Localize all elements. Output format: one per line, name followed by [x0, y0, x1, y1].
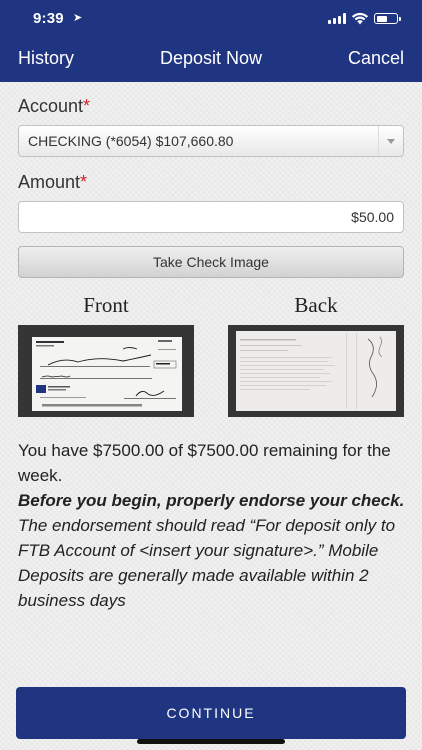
status-time: 9:39	[33, 10, 64, 27]
status-bar: 9:39 ➤	[0, 0, 422, 38]
cancel-button[interactable]: Cancel	[348, 48, 404, 69]
deposit-info-text: You have $7500.00 of $7500.00 remaining …	[18, 438, 408, 613]
account-select[interactable]: CHECKING (*6054) $107,660.80	[18, 125, 404, 157]
front-label: Front	[83, 293, 129, 317]
signal-icon	[328, 13, 346, 24]
nav-bar: History Deposit Now Cancel	[0, 38, 422, 82]
wifi-icon	[352, 12, 368, 25]
check-back-image[interactable]	[228, 325, 404, 417]
account-select-value: CHECKING (*6054) $107,660.80	[28, 133, 234, 149]
chevron-down-icon	[378, 126, 403, 156]
account-label: Account*	[18, 96, 91, 116]
remaining-limit-text: You have $7500.00 of $7500.00 remaining …	[18, 441, 391, 485]
check-front-image[interactable]	[18, 325, 194, 417]
endorsement-instructions: Before you begin, properly endorse your …	[18, 491, 405, 610]
continue-button[interactable]: CONTINUE	[16, 687, 406, 739]
required-mark: *	[83, 96, 91, 116]
back-label: Back	[294, 293, 338, 317]
status-icons	[328, 12, 401, 25]
required-mark: *	[80, 172, 88, 192]
take-check-image-button[interactable]: Take Check Image	[18, 246, 404, 278]
amount-input[interactable]: $50.00	[18, 201, 404, 233]
battery-icon	[374, 13, 401, 24]
home-indicator	[137, 739, 285, 744]
amount-label: Amount*	[18, 172, 88, 192]
location-arrow-icon: ➤	[73, 12, 83, 24]
app-header: 9:39 ➤ History Deposit Now Cancel	[0, 0, 422, 82]
